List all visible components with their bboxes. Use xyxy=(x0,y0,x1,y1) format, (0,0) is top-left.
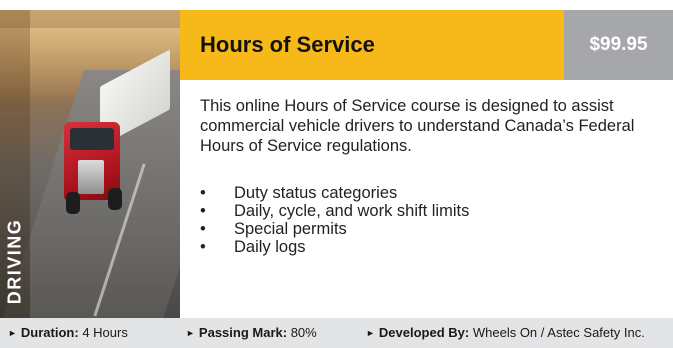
category-text: DRIVING xyxy=(4,218,25,304)
course-topics-list: • Duty status categories • Daily, cycle,… xyxy=(200,184,660,256)
meta-passing-mark: ► Passing Mark: 80% xyxy=(186,325,317,340)
meta-developed-by: ► Developed By: Wheels On / Astec Safety … xyxy=(366,325,645,340)
meta-developed-by-value: Wheels On / Astec Safety Inc. xyxy=(472,325,645,340)
meta-duration: ► Duration: 4 Hours xyxy=(8,325,128,340)
arrow-right-icon: ► xyxy=(186,328,195,338)
bullet-icon: • xyxy=(200,238,206,256)
topic-item: • Duty status categories xyxy=(200,184,660,202)
topic-item: • Special permits xyxy=(200,220,660,238)
truck-windshield xyxy=(70,128,114,150)
truck-wheel xyxy=(108,188,122,210)
course-price: $99.95 xyxy=(589,34,648,55)
course-photo-truck: DRIVING xyxy=(0,10,180,318)
arrow-right-icon: ► xyxy=(8,328,17,338)
category-label: DRIVING xyxy=(2,210,28,312)
topic-text: Special permits xyxy=(234,220,347,238)
course-description: This online Hours of Service course is d… xyxy=(200,97,635,155)
course-title: Hours of Service xyxy=(200,32,375,57)
meta-passing-mark-value: 80% xyxy=(290,325,317,340)
truck-wheel xyxy=(66,192,80,214)
bullet-icon: • xyxy=(200,202,206,220)
topic-text: Daily logs xyxy=(234,238,306,256)
course-price-box: $99.95 xyxy=(564,10,673,80)
meta-passing-mark-label: Passing Mark: xyxy=(198,325,288,340)
course-title-bar: Hours of Service xyxy=(180,10,564,80)
topic-text: Daily, cycle, and work shift limits xyxy=(234,202,470,220)
meta-duration-label: Duration: xyxy=(20,325,79,340)
arrow-right-icon: ► xyxy=(366,328,375,338)
topic-text: Duty status categories xyxy=(234,184,398,202)
meta-duration-value: 4 Hours xyxy=(82,325,128,340)
meta-developed-by-label: Developed By: xyxy=(378,325,470,340)
topic-item: • Daily logs xyxy=(200,238,660,256)
topic-item: • Daily, cycle, and work shift limits xyxy=(200,202,660,220)
truck-grille xyxy=(78,160,104,194)
bullet-icon: • xyxy=(200,184,206,202)
bullet-icon: • xyxy=(200,220,206,238)
